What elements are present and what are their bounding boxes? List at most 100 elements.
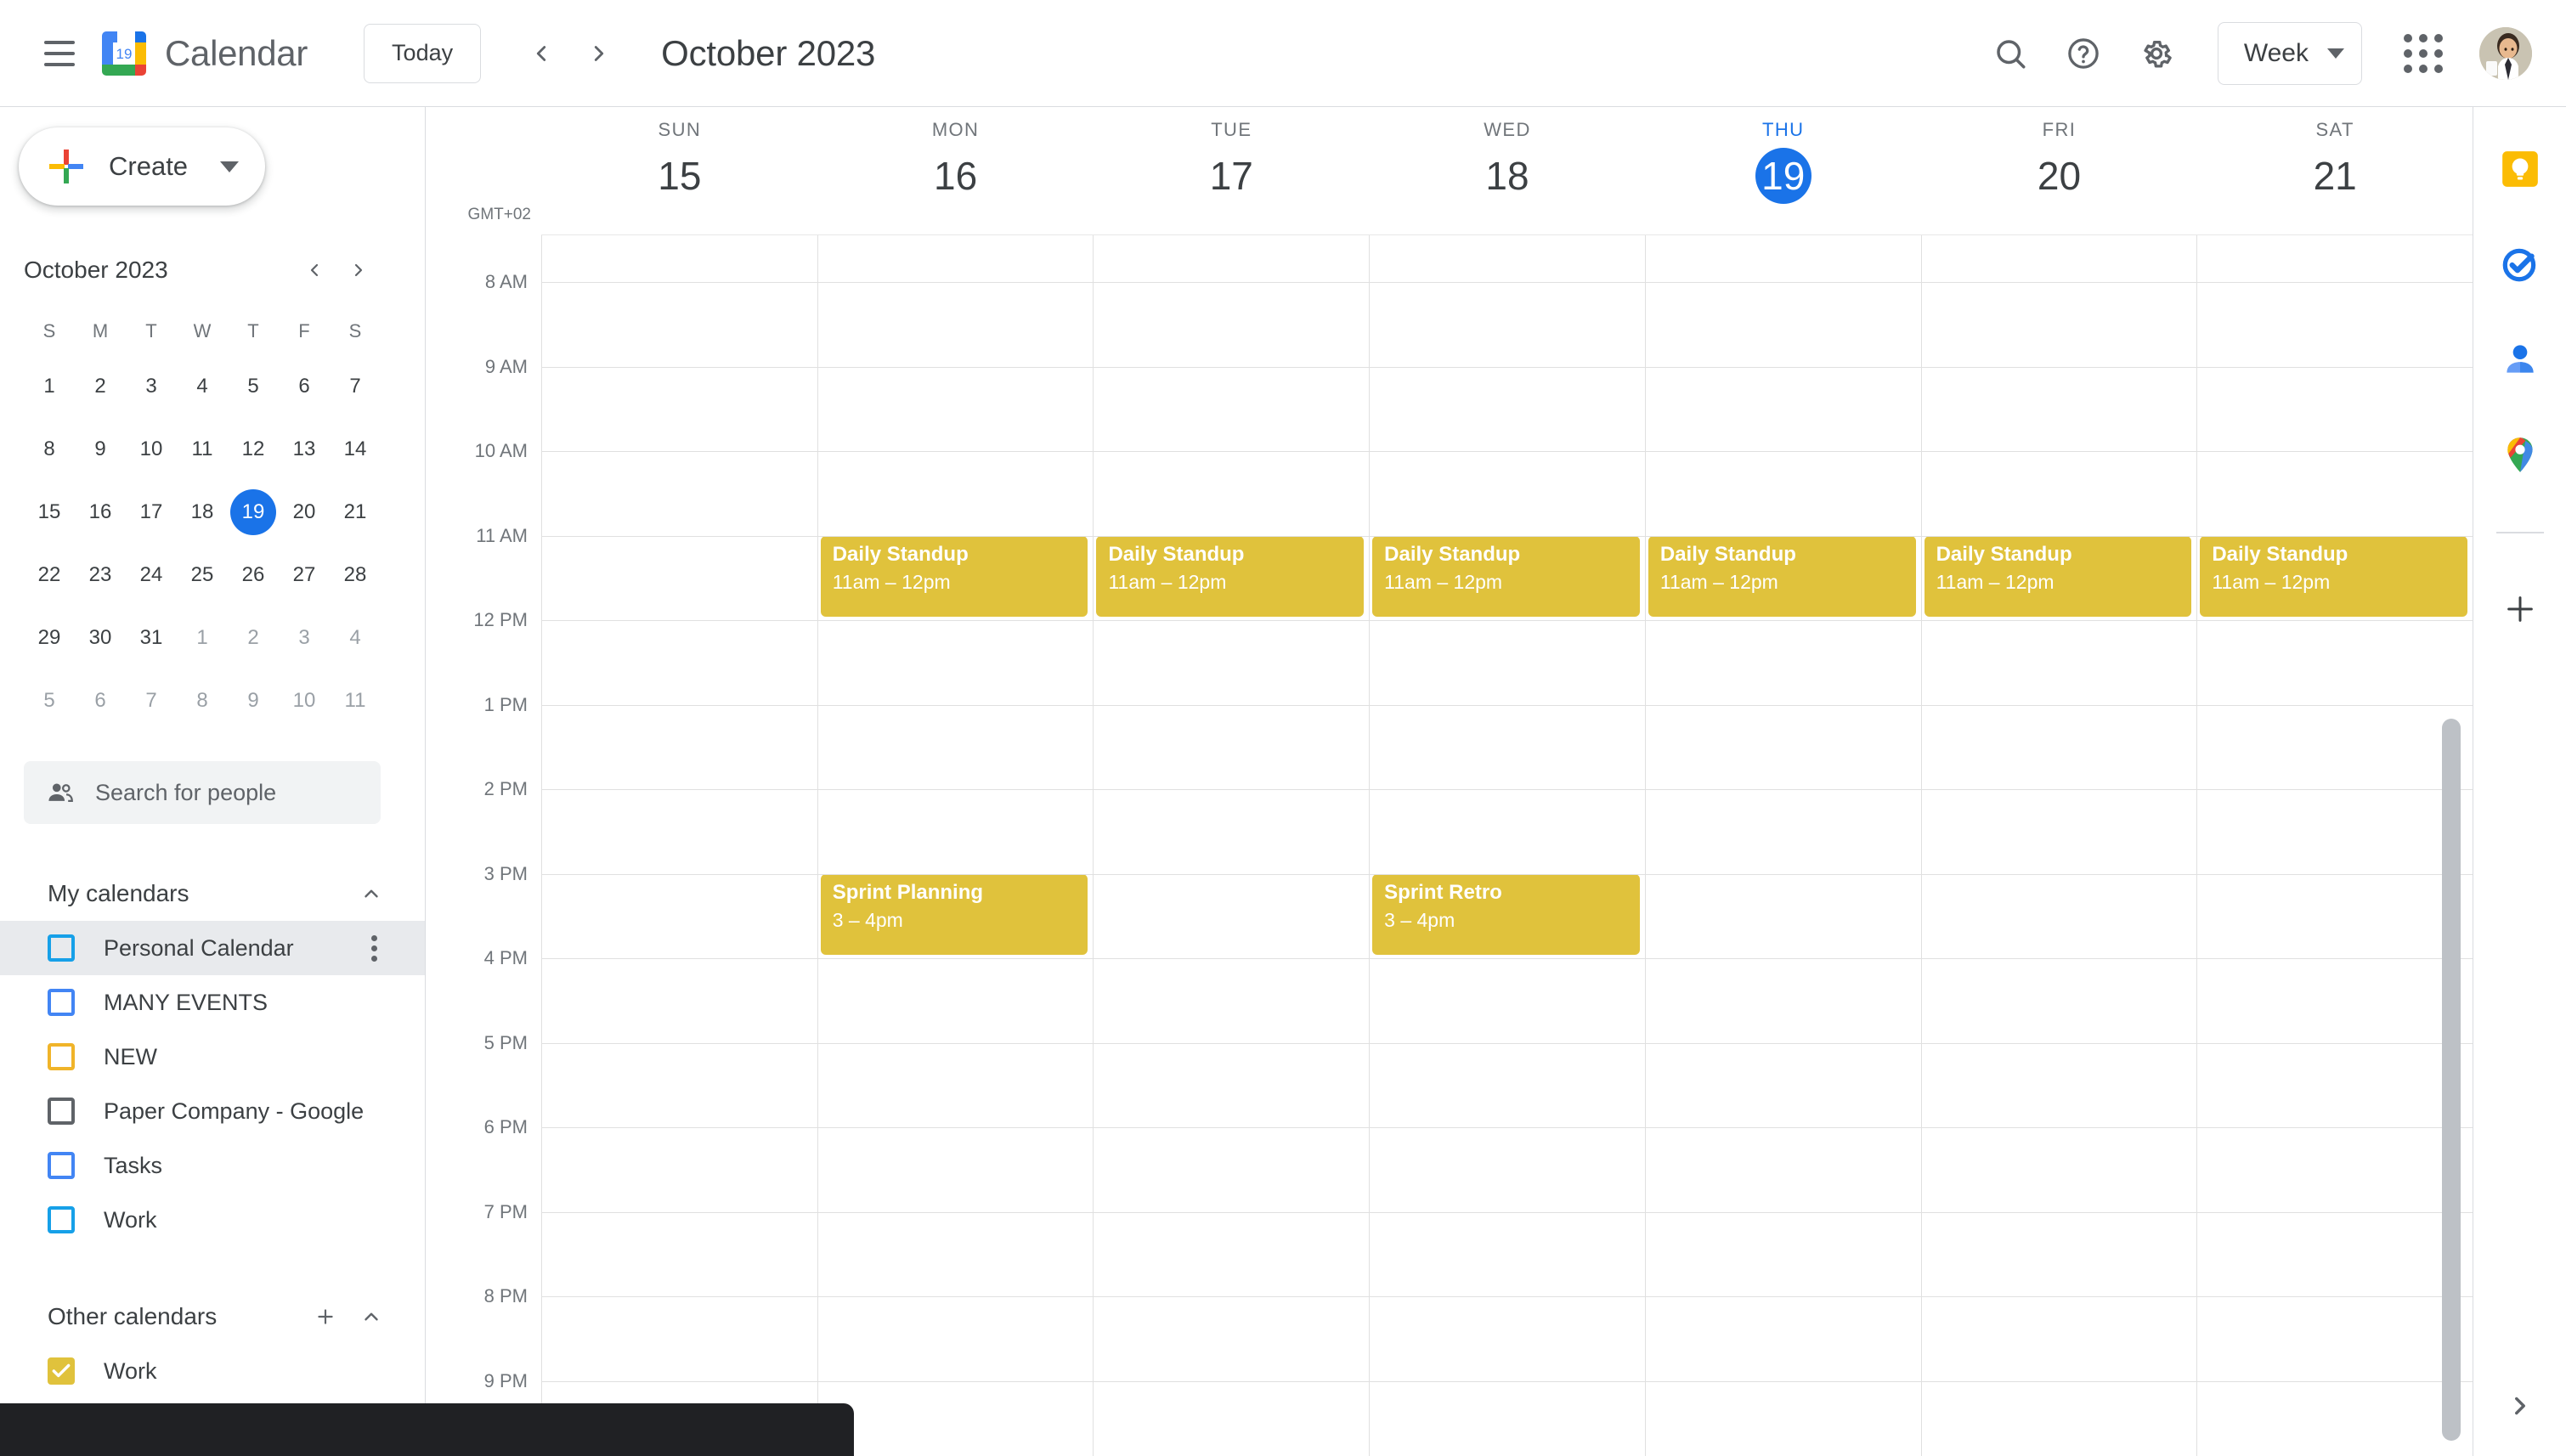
calendar-checkbox[interactable] xyxy=(48,1152,75,1179)
calendar-event[interactable]: Daily Standup 11am – 12pm xyxy=(1096,535,1365,617)
mini-cal-day[interactable]: 14 xyxy=(330,418,381,481)
mini-cal-day[interactable]: 6 xyxy=(279,355,330,418)
create-button[interactable]: Create xyxy=(19,127,265,206)
calendar-checkbox[interactable] xyxy=(48,1206,75,1233)
calendar-event[interactable]: Sprint Planning 3 – 4pm xyxy=(820,873,1088,955)
mini-calendar-prev-icon[interactable] xyxy=(292,248,336,292)
tasks-icon[interactable] xyxy=(2495,240,2545,289)
mini-cal-day[interactable]: 10 xyxy=(126,418,177,481)
day-header-number[interactable]: 17 xyxy=(1203,148,1259,204)
mini-cal-day[interactable]: 6 xyxy=(75,669,126,732)
mini-cal-day[interactable]: 3 xyxy=(279,607,330,669)
mini-cal-day[interactable]: 25 xyxy=(177,544,228,607)
grid-scroll-area[interactable]: 8 AM 9 AM 10 AM 11 AM 12 PM 1 PM 2 PM 3 PM 4 PM 5… xyxy=(426,234,2473,1456)
mini-cal-day[interactable]: 24 xyxy=(126,544,177,607)
mini-cal-day[interactable]: 4 xyxy=(177,355,228,418)
mini-cal-day[interactable]: 11 xyxy=(177,418,228,481)
calendar-event[interactable]: Sprint Retro 3 – 4pm xyxy=(1372,873,1640,955)
calendar-list-item[interactable]: MANY EVENTS xyxy=(0,975,425,1030)
calendar-list-item[interactable]: Work xyxy=(0,1193,425,1247)
search-icon[interactable] xyxy=(1978,21,2043,86)
my-calendars-header[interactable]: My calendars xyxy=(0,866,425,921)
hamburger-icon[interactable] xyxy=(36,30,83,77)
apps-grid-icon[interactable] xyxy=(2391,21,2456,86)
calendar-list-item[interactable]: Personal Calendar xyxy=(0,921,425,975)
mini-cal-day[interactable]: 7 xyxy=(126,669,177,732)
mini-cal-day[interactable]: 12 xyxy=(228,418,279,481)
day-header-fri[interactable]: FRI 20 xyxy=(1921,107,2197,234)
calendar-options-icon[interactable] xyxy=(353,928,394,968)
chevron-up-icon[interactable] xyxy=(348,871,394,917)
day-column-sat[interactable]: Daily Standup 11am – 12pm xyxy=(2196,234,2473,1456)
mini-cal-day[interactable]: 1 xyxy=(177,607,228,669)
mini-cal-day[interactable]: 8 xyxy=(24,418,75,481)
chevron-up-icon[interactable] xyxy=(348,1294,394,1340)
day-header-sat[interactable]: SAT 21 xyxy=(2196,107,2473,234)
mini-cal-day[interactable]: 28 xyxy=(330,544,381,607)
day-header-mon[interactable]: MON 16 xyxy=(817,107,1094,234)
mini-cal-day[interactable]: 7 xyxy=(330,355,381,418)
day-header-wed[interactable]: WED 18 xyxy=(1369,107,1645,234)
mini-cal-day[interactable]: 30 xyxy=(75,607,126,669)
mini-cal-day[interactable]: 26 xyxy=(228,544,279,607)
calendar-event[interactable]: Daily Standup 11am – 12pm xyxy=(820,535,1088,617)
mini-cal-day[interactable]: 13 xyxy=(279,418,330,481)
day-column-mon[interactable]: Daily Standup 11am – 12pm Sprint Planning 3… xyxy=(817,234,1094,1456)
day-header-thu[interactable]: THU 19 xyxy=(1645,107,1921,234)
day-column-sun[interactable] xyxy=(541,234,817,1456)
calendar-event[interactable]: Daily Standup 11am – 12pm xyxy=(1924,535,2192,617)
mini-calendar-next-icon[interactable] xyxy=(336,248,381,292)
day-header-number[interactable]: 15 xyxy=(652,148,708,204)
mini-cal-day[interactable]: 21 xyxy=(330,481,381,544)
day-header-sun[interactable]: SUN 15 xyxy=(541,107,817,234)
day-header-number[interactable]: 21 xyxy=(2307,148,2363,204)
mini-cal-day[interactable]: 5 xyxy=(24,669,75,732)
mini-cal-day[interactable]: 3 xyxy=(126,355,177,418)
mini-cal-day[interactable]: 20 xyxy=(279,481,330,544)
vertical-scrollbar[interactable] xyxy=(2442,719,2461,1441)
mini-cal-day[interactable]: 31 xyxy=(126,607,177,669)
day-column-wed[interactable]: Daily Standup 11am – 12pm Sprint Retro 3 – … xyxy=(1369,234,1645,1456)
mini-cal-day[interactable]: 5 xyxy=(228,355,279,418)
calendar-checkbox[interactable] xyxy=(48,1357,75,1385)
calendar-list-item[interactable]: Tasks xyxy=(0,1138,425,1193)
mini-cal-day[interactable]: 9 xyxy=(228,669,279,732)
day-header-number[interactable]: 16 xyxy=(928,148,984,204)
day-column-tue[interactable]: Daily Standup 11am – 12pm xyxy=(1093,234,1369,1456)
mini-cal-day-today[interactable]: 19 xyxy=(228,481,279,544)
mini-cal-day[interactable]: 2 xyxy=(228,607,279,669)
calendar-list-item[interactable]: Paper Company - Google xyxy=(0,1084,425,1138)
mini-cal-day[interactable]: 10 xyxy=(279,669,330,732)
chevron-right-icon[interactable] xyxy=(2495,1381,2545,1431)
help-icon[interactable] xyxy=(2051,21,2116,86)
mini-cal-day[interactable]: 2 xyxy=(75,355,126,418)
mini-cal-day[interactable]: 9 xyxy=(75,418,126,481)
chevron-left-icon[interactable] xyxy=(517,29,566,78)
add-other-calendar-icon[interactable] xyxy=(302,1294,348,1340)
calendar-list-item[interactable]: NEW xyxy=(0,1030,425,1084)
mini-cal-day[interactable]: 18 xyxy=(177,481,228,544)
today-button[interactable]: Today xyxy=(364,23,482,83)
calendar-checkbox[interactable] xyxy=(48,1098,75,1125)
search-people-input[interactable]: Search for people xyxy=(24,761,381,824)
chevron-right-icon[interactable] xyxy=(574,29,624,78)
mini-cal-day[interactable]: 1 xyxy=(24,355,75,418)
calendar-checkbox[interactable] xyxy=(48,934,75,962)
day-header-number[interactable]: 19 xyxy=(1755,148,1811,204)
day-header-number[interactable]: 18 xyxy=(1479,148,1535,204)
day-column-fri[interactable]: Daily Standup 11am – 12pm xyxy=(1920,234,2197,1456)
avatar[interactable] xyxy=(2479,26,2532,80)
mini-cal-day[interactable]: 23 xyxy=(75,544,126,607)
mini-cal-day[interactable]: 22 xyxy=(24,544,75,607)
mini-cal-day[interactable]: 11 xyxy=(330,669,381,732)
day-header-tue[interactable]: TUE 17 xyxy=(1093,107,1369,234)
mini-cal-day[interactable]: 4 xyxy=(330,607,381,669)
other-calendars-header[interactable]: Other calendars xyxy=(0,1290,425,1344)
keep-icon[interactable] xyxy=(2495,144,2545,194)
gear-icon[interactable] xyxy=(2124,21,2189,86)
mini-cal-day[interactable]: 8 xyxy=(177,669,228,732)
day-header-number[interactable]: 20 xyxy=(2031,148,2087,204)
calendar-event[interactable]: Daily Standup 11am – 12pm xyxy=(1372,535,1640,617)
calendar-checkbox[interactable] xyxy=(48,1043,75,1070)
view-select-dropdown[interactable]: Week xyxy=(2217,21,2362,85)
